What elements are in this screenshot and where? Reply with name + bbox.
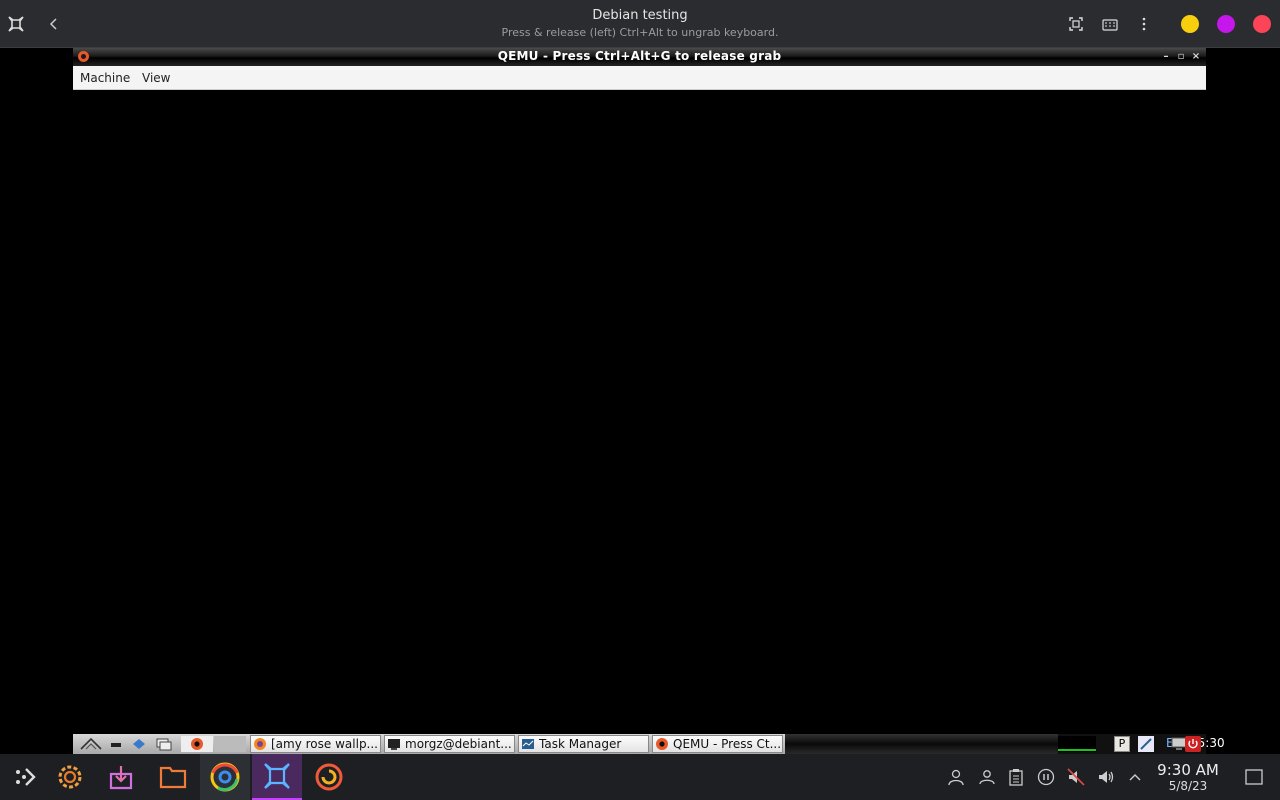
menu-machine[interactable]: Machine [80, 71, 130, 85]
keyboard-icon[interactable] [1098, 12, 1122, 36]
firefox-icon [253, 737, 267, 751]
guest-taskbar-spacer [785, 734, 1060, 754]
file-manager-icon[interactable] [148, 754, 198, 800]
cpu-graph [1058, 736, 1096, 752]
window-title: Debian testing [592, 8, 688, 23]
workspace-1[interactable] [181, 736, 213, 752]
minimize-dot-button[interactable] [1181, 15, 1199, 33]
qemu-frame-icon[interactable] [252, 754, 302, 800]
qemu-titlebar: QEMU - Press Ctrl+Alt+G to release grab … [73, 48, 1206, 66]
file-manager-quick-icon[interactable] [130, 736, 148, 752]
host-clock[interactable]: 9:30 AM 5/8/23 [1150, 761, 1226, 794]
guest-task-label: [amy rose wallp... [271, 737, 378, 751]
window-subtitle: Press & release (left) Ctrl+Alt to ungra… [501, 26, 779, 39]
guest-menu-icon[interactable] [79, 736, 103, 752]
show-desktop-icon[interactable] [107, 736, 125, 752]
volume-icon[interactable] [1096, 767, 1116, 787]
settings-icon[interactable] [45, 754, 95, 800]
more-vertical-icon[interactable] [1132, 12, 1156, 36]
guest-taskbar: [amy rose wallp... morgz@debiant... Task… [73, 734, 1225, 754]
firefox-icon[interactable] [304, 754, 354, 800]
show-desktop-button[interactable] [1244, 767, 1264, 787]
clipboard-icon[interactable] [1006, 767, 1026, 787]
workspace-2[interactable] [214, 736, 246, 752]
speaker-muted-icon[interactable] [1066, 767, 1086, 787]
guest-task-label: Task Manager [539, 737, 622, 751]
guest-task-label: morgz@debiant... [405, 737, 512, 751]
guest-display[interactable] [73, 90, 1206, 734]
chevron-up-icon[interactable] [1125, 767, 1145, 787]
qemu-close-button[interactable]: × [1190, 50, 1202, 64]
guest-power-icon[interactable] [1184, 736, 1202, 752]
network-icon[interactable] [1138, 736, 1154, 752]
guest-task-label: QEMU - Press Ct... [673, 737, 782, 751]
clock-date: 5/8/23 [1168, 779, 1208, 793]
chrome-icon[interactable] [200, 754, 250, 800]
fullscreen-icon[interactable] [1064, 12, 1088, 36]
guest-task-button[interactable]: Task Manager [518, 735, 649, 753]
menu-view[interactable]: View [142, 71, 170, 85]
qemu-window-title: QEMU - Press Ctrl+Alt+G to release grab [497, 49, 782, 63]
users-icon[interactable] [977, 767, 997, 787]
app-launcher-icon[interactable] [0, 754, 50, 800]
guest-task-button[interactable]: morgz@debiant... [384, 735, 515, 753]
clipboard-manager-icon[interactable]: P [1114, 736, 1130, 752]
pause-icon[interactable] [1036, 767, 1056, 787]
qemu-menubar: Machine View [73, 66, 1206, 90]
qemu-minimize-button[interactable]: – [1160, 50, 1172, 64]
qemu-restore-button[interactable]: ▫ [1175, 50, 1187, 64]
task-manager-icon [521, 737, 535, 751]
host-taskbar [0, 754, 1280, 800]
maximize-dot-button[interactable] [1217, 15, 1235, 33]
software-center-icon[interactable] [96, 754, 146, 800]
clock-time: 9:30 AM [1157, 761, 1219, 779]
host-window-titlebar: Debian testing Press & release (left) Ct… [0, 0, 1280, 48]
window-switcher-icon[interactable] [155, 736, 173, 752]
guest-task-button[interactable]: [amy rose wallp... [250, 735, 381, 753]
qemu-icon [655, 737, 669, 751]
user-icon[interactable] [946, 767, 966, 787]
terminal-icon [387, 737, 401, 751]
guest-task-button-active[interactable]: QEMU - Press Ct... [652, 735, 783, 753]
close-dot-button[interactable] [1253, 15, 1271, 33]
